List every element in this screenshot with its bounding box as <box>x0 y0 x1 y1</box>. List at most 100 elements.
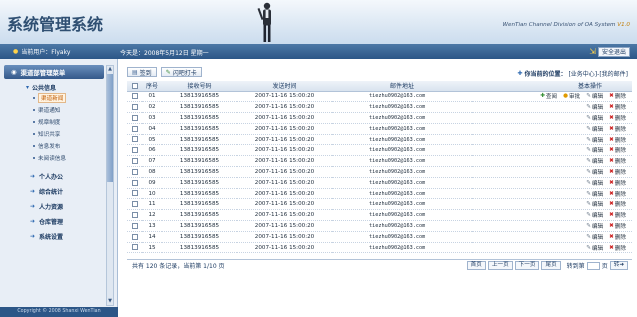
delete-button[interactable]: ✖ 删除 <box>609 190 626 198</box>
table-row[interactable]: 14 13813916585 2007-11-16 15:00:20 tiezhu09… <box>127 231 632 243</box>
table-row[interactable]: 08 13813916585 2007-11-16 15:00:20 tiezhu09… <box>127 166 632 178</box>
sidebar-item-channel-news[interactable]: 渠道新闻 <box>4 92 104 104</box>
delete-button[interactable]: ✖ 删除 <box>609 125 626 133</box>
edit-button[interactable]: ✎ 编辑 <box>586 233 603 241</box>
delete-button[interactable]: ✖ 删除 <box>609 92 626 100</box>
row-select[interactable] <box>127 144 142 157</box>
punch-card-button[interactable]: ✎ 闪吧打卡 <box>160 67 202 77</box>
edit-button[interactable]: ✎ 编辑 <box>586 136 603 144</box>
row-select[interactable] <box>127 91 142 103</box>
row-checkbox[interactable] <box>131 211 138 218</box>
row-checkbox[interactable] <box>131 168 138 175</box>
table-row[interactable]: 11 13813916585 2007-11-16 15:00:20 tiezhu09… <box>127 198 632 211</box>
edit-button[interactable]: ✎ 编辑 <box>586 168 603 176</box>
select-all-header[interactable] <box>127 81 142 92</box>
sidebar-item-knowledge-share[interactable]: 知识共享 <box>4 128 104 140</box>
row-select[interactable] <box>127 242 142 254</box>
row-select[interactable] <box>127 112 142 124</box>
sidebar-scrollbar[interactable]: ▲ ▼ <box>106 65 114 306</box>
last-page-button[interactable]: 尾页 <box>541 261 561 270</box>
delete-button[interactable]: ✖ 删除 <box>609 114 626 122</box>
row-checkbox[interactable] <box>131 233 138 240</box>
sidebar-menu-statistics[interactable]: ➜ 综合统计 <box>4 184 104 199</box>
sidebar-item-regulations[interactable]: 规章制度 <box>4 116 104 128</box>
delete-button[interactable]: ✖ 删除 <box>609 168 626 176</box>
table-row[interactable]: 13 13813916585 2007-11-16 15:00:20 tiezhu09… <box>127 220 632 232</box>
row-checkbox[interactable] <box>131 222 138 229</box>
select-all-checkbox[interactable] <box>131 82 138 89</box>
edit-button[interactable]: ✎ 编辑 <box>586 244 603 252</box>
row-select[interactable] <box>127 220 142 232</box>
edit-button[interactable]: ✎ 编辑 <box>586 125 603 133</box>
row-checkbox[interactable] <box>131 190 138 197</box>
table-row[interactable]: 03 13813916585 2007-11-16 15:00:20 tiezhu09… <box>127 112 632 124</box>
edit-button[interactable]: ✎ 编辑 <box>586 157 603 165</box>
sidebar-menu-personal-office[interactable]: ➜ 个人办公 <box>4 169 104 184</box>
sidebar-category-public-info[interactable]: ▾ 公共信息 <box>4 82 104 92</box>
edit-button[interactable]: ✎ 编辑 <box>586 211 603 219</box>
row-select[interactable] <box>127 123 142 135</box>
table-row[interactable]: 15 13813916585 2007-11-16 15:00:20 tiezhu09… <box>127 242 632 254</box>
row-select[interactable] <box>127 177 142 189</box>
edit-button[interactable]: ✎ 编辑 <box>586 179 603 187</box>
delete-button[interactable]: ✖ 删除 <box>609 179 626 187</box>
logout-button[interactable]: 安全退出 <box>597 46 630 57</box>
next-page-button[interactable]: 下一页 <box>514 261 540 270</box>
row-checkbox[interactable] <box>131 103 138 110</box>
edit-button[interactable]: ✎ 编辑 <box>586 146 603 154</box>
audit-button[interactable]: ● 审批 <box>563 92 580 100</box>
row-select[interactable] <box>127 155 142 168</box>
row-checkbox[interactable] <box>131 114 138 121</box>
row-checkbox[interactable] <box>131 125 138 132</box>
sidebar-item-info-publish[interactable]: 信息发布 <box>4 140 104 152</box>
edit-button[interactable]: ✎ 编辑 <box>586 114 603 122</box>
row-select[interactable] <box>127 101 142 114</box>
delete-button[interactable]: ✖ 删除 <box>609 211 626 219</box>
table-row[interactable]: 02 13813916585 2007-11-16 15:00:20 tiezhu09… <box>127 101 632 114</box>
edit-button[interactable]: ✎ 编辑 <box>586 222 603 230</box>
table-row[interactable]: 01 13813916585 2007-11-16 15:00:20 tiezhu09… <box>127 91 632 103</box>
scroll-thumb[interactable] <box>107 74 113 182</box>
edit-button[interactable]: ✎ 编辑 <box>586 103 603 111</box>
row-select[interactable] <box>127 166 142 178</box>
delete-button[interactable]: ✖ 删除 <box>609 244 626 252</box>
delete-button[interactable]: ✖ 删除 <box>609 222 626 230</box>
edit-button[interactable]: ✎ 编辑 <box>586 190 603 198</box>
table-row[interactable]: 12 13813916585 2007-11-16 15:00:20 tiezhu09… <box>127 209 632 222</box>
breadcrumb-path[interactable]: [业务中心]-[我的邮件] <box>568 69 628 78</box>
row-checkbox[interactable] <box>131 93 138 100</box>
delete-button[interactable]: ✖ 删除 <box>609 136 626 144</box>
sidebar-menu-settings[interactable]: ➜ 系统设置 <box>4 229 104 244</box>
delete-button[interactable]: ✖ 删除 <box>609 233 626 241</box>
row-select[interactable] <box>127 188 142 200</box>
table-row[interactable]: 07 13813916585 2007-11-16 15:00:20 tiezhu09… <box>127 155 632 168</box>
checkin-button[interactable]: ▤ 签到 <box>127 67 157 77</box>
row-checkbox[interactable] <box>131 157 138 164</box>
first-page-button[interactable]: 首页 <box>466 261 486 270</box>
delete-button[interactable]: ✖ 删除 <box>609 157 626 165</box>
row-checkbox[interactable] <box>131 147 138 154</box>
row-select[interactable] <box>127 198 142 211</box>
page-number-input[interactable] <box>586 261 600 270</box>
delete-button[interactable]: ✖ 删除 <box>609 103 626 111</box>
delete-button[interactable]: ✖ 删除 <box>609 146 626 154</box>
go-button[interactable]: 转➜ <box>609 261 628 270</box>
edit-button[interactable]: ✎ 编辑 <box>586 92 603 100</box>
delete-button[interactable]: ✖ 删除 <box>609 200 626 208</box>
sidebar-menu-hr[interactable]: ➜ 人力资源 <box>4 199 104 214</box>
sidebar-menu-warehouse[interactable]: ➜ 仓库管理 <box>4 214 104 229</box>
table-row[interactable]: 09 13813916585 2007-11-16 15:00:20 tiezhu09… <box>127 177 632 189</box>
row-select[interactable] <box>127 209 142 222</box>
table-row[interactable]: 06 13813916585 2007-11-16 15:00:20 tiezhu09… <box>127 144 632 157</box>
scroll-up-icon[interactable]: ▲ <box>107 66 113 73</box>
sidebar-item-unread-info[interactable]: 未阅读信息 <box>4 152 104 164</box>
table-row[interactable]: 05 13813916585 2007-11-16 15:00:20 tiezhu09… <box>127 134 632 146</box>
edit-button[interactable]: ✎ 编辑 <box>586 200 603 208</box>
row-checkbox[interactable] <box>131 179 138 186</box>
row-checkbox[interactable] <box>131 201 138 208</box>
sidebar-item-channel-notice[interactable]: 渠道通知 <box>4 104 104 116</box>
row-checkbox[interactable] <box>131 136 138 143</box>
prev-page-button[interactable]: 上一页 <box>487 261 513 270</box>
row-select[interactable] <box>127 134 142 146</box>
row-checkbox[interactable] <box>131 244 138 251</box>
